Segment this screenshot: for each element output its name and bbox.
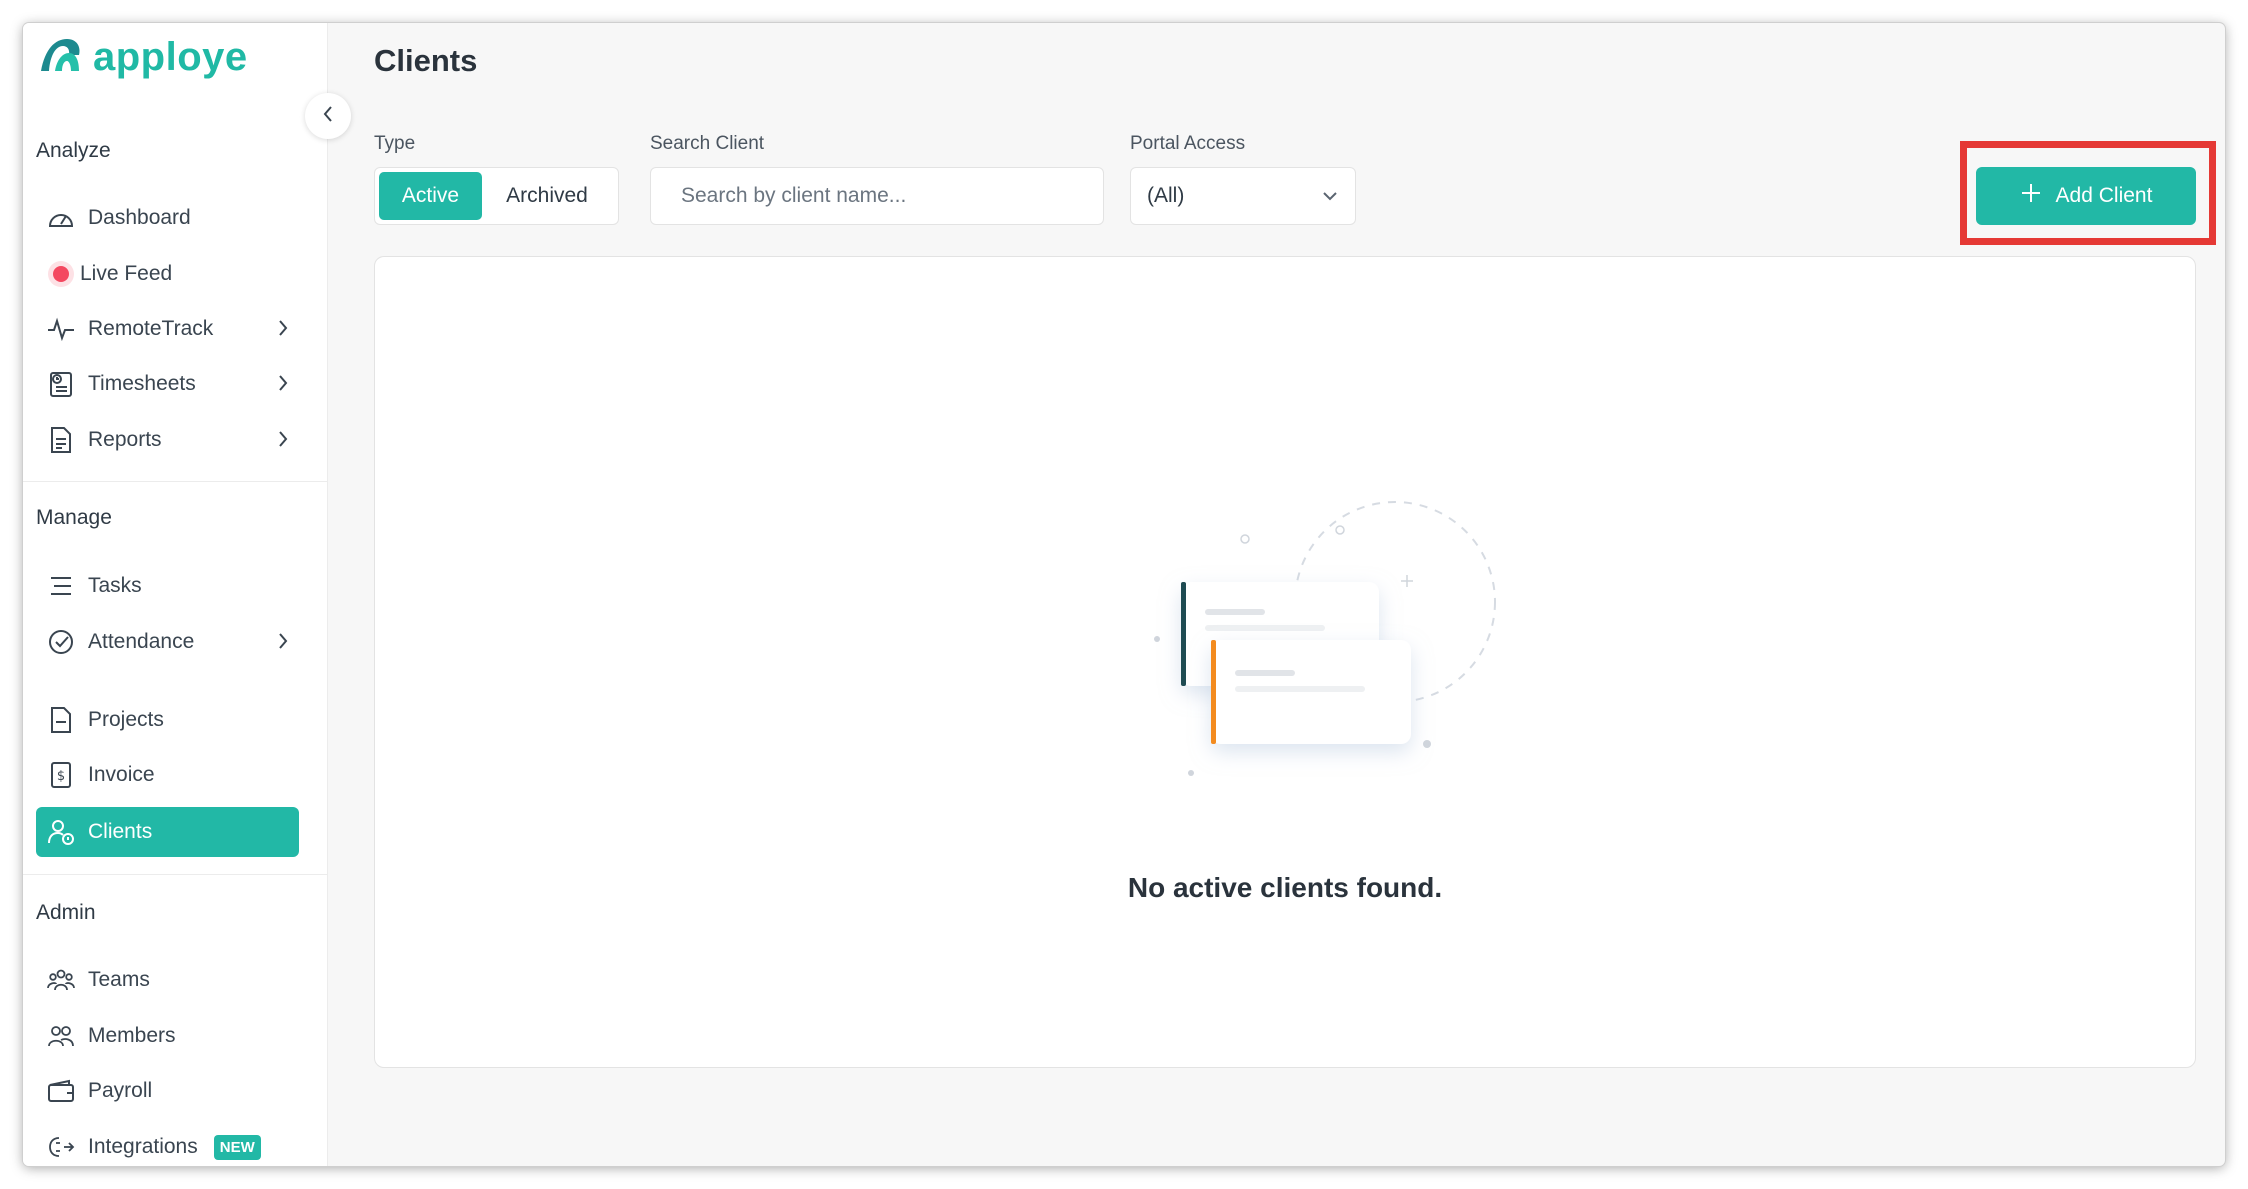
sidebar-item-label: Integrations — [88, 1135, 198, 1158]
invoice-dollar-icon: $ — [44, 758, 78, 792]
sidebar-divider — [23, 481, 328, 482]
app-window: apploye Analyze Dashboard Live Feed Remo… — [23, 23, 2225, 1166]
logo[interactable]: apploye — [37, 35, 248, 80]
tasks-list-icon — [44, 569, 78, 603]
search-label: Search Client — [650, 133, 765, 154]
sidebar-item-dashboard[interactable]: Dashboard — [36, 193, 299, 243]
sidebar-item-label: Clients — [88, 820, 153, 843]
sidebar-item-reports[interactable]: Reports — [36, 415, 299, 465]
empty-state-illustration-icon — [1135, 467, 1515, 812]
portal-access-value: (All) — [1147, 184, 1185, 207]
chevron-right-icon — [277, 430, 289, 454]
integrations-plug-icon — [44, 1130, 78, 1164]
sidebar-item-clients[interactable]: Clients — [36, 807, 299, 857]
portal-access-label: Portal Access — [1130, 133, 1246, 154]
page-title: Clients — [374, 43, 478, 78]
sidebar-item-label: Invoice — [88, 763, 155, 786]
project-file-icon — [44, 703, 78, 737]
sidebar-item-label: Timesheets — [88, 372, 196, 395]
chevron-right-icon — [277, 632, 289, 656]
section-admin: Admin — [36, 901, 96, 924]
live-dot-icon — [44, 257, 78, 291]
svg-text:$: $ — [57, 769, 65, 784]
sidebar-item-integrations[interactable]: Integrations NEW — [36, 1122, 299, 1166]
members-users-icon — [44, 1019, 78, 1053]
sidebar-item-projects[interactable]: Projects — [36, 695, 299, 745]
sidebar-item-label: Payroll — [88, 1079, 153, 1102]
sidebar-item-members[interactable]: Members — [36, 1011, 299, 1061]
teams-group-icon — [44, 963, 78, 997]
sidebar-item-tasks[interactable]: Tasks — [36, 561, 299, 611]
sidebar-item-teams[interactable]: Teams — [36, 955, 299, 1005]
type-archived-button[interactable]: Archived — [482, 172, 612, 220]
sidebar-item-live-feed[interactable]: Live Feed — [36, 249, 299, 299]
sidebar-item-remotetrack[interactable]: RemoteTrack — [36, 304, 299, 354]
portal-access-select[interactable]: (All) — [1130, 167, 1356, 225]
type-label: Type — [374, 133, 416, 154]
report-document-icon — [44, 423, 78, 457]
search-client-input[interactable] — [650, 167, 1104, 225]
new-badge: NEW — [213, 1134, 261, 1160]
timesheet-clock-icon — [44, 367, 78, 401]
sidebar-item-label: Dashboard — [88, 206, 191, 229]
section-manage: Manage — [36, 506, 112, 529]
apploye-logo-icon — [37, 35, 83, 80]
add-client-label: Add Client — [2055, 184, 2153, 207]
attendance-check-icon — [44, 625, 78, 659]
sidebar-item-label: Teams — [88, 968, 150, 991]
chevron-right-icon — [277, 374, 289, 398]
plus-icon — [2020, 182, 2042, 210]
sidebar-item-attendance[interactable]: Attendance — [36, 617, 299, 667]
chevron-left-icon — [322, 105, 334, 128]
chevron-right-icon — [277, 319, 289, 343]
sidebar-item-label: Members — [88, 1024, 176, 1047]
empty-state-message: No active clients found. — [1127, 872, 1443, 903]
dashboard-gauge-icon — [44, 201, 78, 235]
sidebar-item-label: Projects — [88, 708, 164, 731]
client-user-icon — [44, 815, 78, 849]
wallet-icon — [44, 1074, 78, 1108]
type-active-button[interactable]: Active — [379, 172, 482, 220]
type-toggle: Active Archived — [374, 167, 619, 225]
sidebar-item-invoice[interactable]: $ Invoice — [36, 750, 299, 800]
section-analyze: Analyze — [36, 139, 111, 162]
sidebar-item-label: Attendance — [88, 630, 195, 653]
sidebar-item-payroll[interactable]: Payroll — [36, 1066, 299, 1116]
logo-text: apploye — [93, 35, 248, 79]
clients-list-panel: No active clients found. — [374, 256, 2196, 1068]
sidebar-item-label: RemoteTrack — [88, 317, 214, 340]
sidebar-item-label: Tasks — [88, 574, 142, 597]
collapse-sidebar-button[interactable] — [305, 93, 351, 139]
chevron-down-icon — [1321, 184, 1339, 208]
activity-pulse-icon — [44, 312, 78, 346]
sidebar-divider — [23, 874, 328, 875]
add-client-button[interactable]: Add Client — [1976, 167, 2196, 225]
sidebar-item-label: Reports — [88, 428, 162, 451]
sidebar-item-timesheets[interactable]: Timesheets — [36, 359, 299, 409]
sidebar-item-label: Live Feed — [80, 262, 173, 285]
sidebar: apploye Analyze Dashboard Live Feed Remo… — [23, 23, 328, 1166]
